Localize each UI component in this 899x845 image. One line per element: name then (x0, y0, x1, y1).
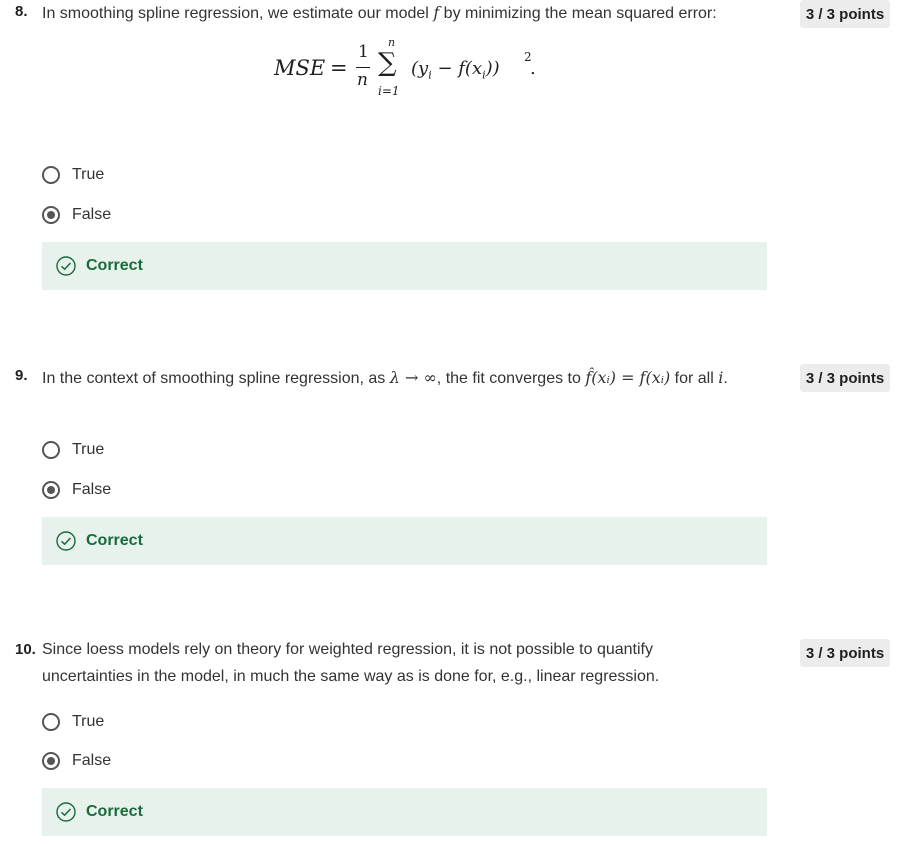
formula-period: . (530, 58, 536, 79)
question-text-part: . (723, 370, 728, 387)
formula-equals: = (330, 56, 348, 80)
feedback-correct: Correct (42, 242, 767, 290)
option-true[interactable]: True (42, 438, 104, 462)
question-number: 9. (15, 367, 28, 384)
option-true[interactable]: True (42, 163, 104, 187)
question-text-part: , the fit converges to (436, 370, 586, 387)
feedback-correct: Correct (42, 517, 767, 565)
feedback-correct: Correct (42, 788, 767, 836)
formula-body-part: − f(x (431, 58, 483, 79)
question-text-part: In smoothing spline regression, we estim… (42, 5, 434, 22)
option-label: False (72, 206, 112, 223)
feedback-label: Correct (86, 257, 143, 274)
question-text: Since loess models rely on theory for we… (42, 641, 660, 685)
math-expression: f̂(xᵢ) = f(xᵢ) (585, 368, 671, 387)
question-text-part: In the context of smoothing spline regre… (42, 370, 390, 387)
formula-denominator: n (357, 70, 368, 90)
option-label: True (72, 713, 105, 730)
check-circle-icon (56, 802, 76, 822)
feedback-label: Correct (86, 532, 143, 549)
option-label: True (72, 166, 105, 183)
formula-numerator: 1 (358, 42, 369, 62)
formula-sum-bottom: i=1 (378, 84, 400, 98)
formula-body-part: )) (485, 58, 500, 79)
radio-button-checked[interactable] (42, 481, 60, 499)
question-text-part: for all (670, 370, 719, 387)
points-badge: 3 / 3 points (800, 0, 890, 28)
formula-fraction-bar (356, 67, 370, 68)
option-false[interactable]: False (42, 749, 111, 773)
radio-button-checked[interactable] (42, 752, 60, 770)
formula-body-part: (y (411, 58, 429, 79)
option-label: False (72, 481, 112, 498)
question-text-part: by minimizing the mean squared error: (439, 5, 717, 22)
formula-sum-symbol: ∑ (378, 48, 397, 78)
option-true[interactable]: True (42, 710, 104, 734)
radio-button-unchecked[interactable] (42, 441, 60, 459)
points-badge: 3 / 3 points (800, 639, 890, 667)
check-circle-icon (56, 256, 76, 276)
question-number: 8. (15, 3, 28, 20)
mse-formula: MSE = 1 n n ∑ i=1 (yi − f(xi)) 2 . (272, 36, 572, 102)
check-circle-icon (56, 531, 76, 551)
math-expression: λ → ∞ (389, 368, 437, 387)
formula-body: (yi − f(xi)) (411, 58, 500, 82)
question-number: 10. (15, 641, 36, 658)
points-badge: 3 / 3 points (800, 364, 890, 392)
option-label: True (72, 441, 105, 458)
option-false[interactable]: False (42, 203, 111, 227)
radio-button-checked[interactable] (42, 206, 60, 224)
question-text: In smoothing spline regression, we estim… (42, 0, 772, 27)
radio-button-unchecked[interactable] (42, 713, 60, 731)
option-label: False (72, 752, 112, 769)
option-false[interactable]: False (42, 478, 111, 502)
radio-button-unchecked[interactable] (42, 166, 60, 184)
feedback-label: Correct (86, 803, 143, 820)
formula-lhs: MSE (274, 56, 326, 80)
question-text: In the context of smoothing spline regre… (42, 364, 772, 392)
